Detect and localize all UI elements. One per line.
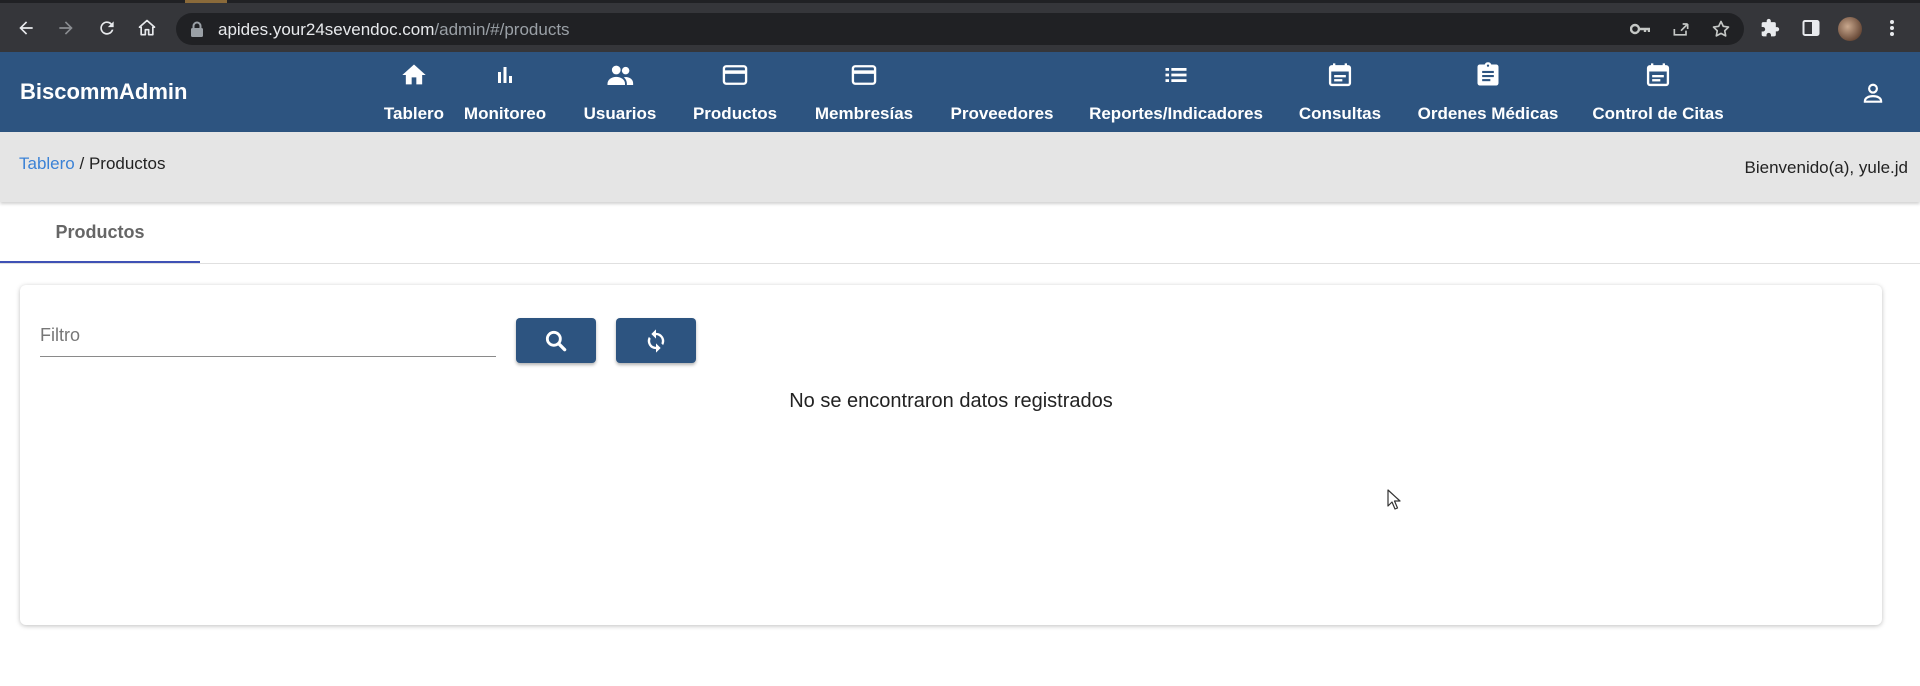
nav-item-reportes[interactable]: Reportes/Indicadores xyxy=(1088,52,1264,132)
nav-item-ordenes-medicas[interactable]: Ordenes Médicas xyxy=(1418,52,1558,132)
mouse-cursor-icon xyxy=(1387,489,1401,510)
nav-label: Proveedores xyxy=(950,104,1054,123)
nav-item-membresias[interactable]: Membresías xyxy=(812,52,916,132)
share-icon[interactable] xyxy=(1670,19,1692,39)
breadcrumb-current: Productos xyxy=(88,154,166,173)
nav-item-usuarios[interactable]: Usuarios xyxy=(582,52,658,132)
clipboard-icon xyxy=(1473,60,1503,90)
nav-label: Ordenes Médicas xyxy=(1417,104,1559,123)
profile-avatar[interactable] xyxy=(1838,17,1862,41)
nav-label: Usuarios xyxy=(583,104,657,123)
card-icon xyxy=(720,60,750,90)
more-menu-icon[interactable] xyxy=(1880,16,1904,40)
lock-icon xyxy=(191,21,203,37)
nav-label: Consultas xyxy=(1298,104,1382,123)
nav-label: Monitoreo xyxy=(463,104,547,123)
browser-toolbar: apides.your24sevendoc.com/admin/#/produc… xyxy=(0,0,1920,52)
calendar-icon xyxy=(1643,60,1673,90)
nav-label: Control de Citas xyxy=(1592,104,1724,123)
refresh-button[interactable] xyxy=(616,318,696,363)
nav-item-monitoreo[interactable]: Monitoreo xyxy=(460,52,550,132)
tab-productos[interactable]: Productos xyxy=(0,204,200,263)
account-icon[interactable] xyxy=(1858,78,1888,108)
breadcrumb-bar: Tablero / Productos Bienvenido(a), yule.… xyxy=(0,132,1920,202)
forward-icon[interactable] xyxy=(54,16,78,40)
nav-item-tablero[interactable]: Tablero xyxy=(382,52,446,132)
nav-item-consultas[interactable]: Consultas xyxy=(1298,52,1382,132)
nav-item-proveedores[interactable]: Proveedores xyxy=(950,52,1054,132)
people-icon xyxy=(605,60,635,90)
tab-bar: Productos xyxy=(0,204,1920,264)
welcome-text: Bienvenido(a), yule.jd xyxy=(1744,158,1908,177)
search-icon xyxy=(545,330,567,351)
nav-item-productos[interactable]: Productos xyxy=(690,52,780,132)
refresh-icon xyxy=(647,328,665,353)
home-browser-icon[interactable] xyxy=(135,16,159,40)
brand-title[interactable]: BiscommAdmin xyxy=(20,79,187,105)
nav-item-control-de-citas[interactable]: Control de Citas xyxy=(1592,52,1724,132)
card-icon xyxy=(849,60,879,90)
search-button[interactable] xyxy=(516,318,596,363)
breadcrumb-link-tablero[interactable]: Tablero xyxy=(19,154,75,173)
filter-field[interactable] xyxy=(40,315,496,357)
list-icon xyxy=(1161,60,1191,90)
home-icon xyxy=(399,60,429,90)
content-card: No se encontraron datos registrados xyxy=(20,285,1882,625)
side-panel-icon[interactable] xyxy=(1799,16,1823,40)
back-icon[interactable] xyxy=(14,16,38,40)
app-header: BiscommAdmin Tablero Monitoreo Usuarios … xyxy=(0,52,1920,132)
empty-state-message: No se encontraron datos registrados xyxy=(789,390,1113,412)
breadcrumb: Tablero / Productos xyxy=(19,154,165,174)
reload-icon[interactable] xyxy=(95,16,119,40)
browser-tab-indicator xyxy=(185,0,227,3)
extensions-icon[interactable] xyxy=(1758,16,1782,40)
nav-label: Membresías xyxy=(814,104,914,123)
filter-input[interactable] xyxy=(40,315,496,356)
nav-label: Tablero xyxy=(383,104,445,123)
breadcrumb-separator: / xyxy=(74,154,89,173)
key-icon[interactable] xyxy=(1629,19,1651,39)
address-url: apides.your24sevendoc.com/admin/#/produc… xyxy=(218,20,570,39)
bookmark-star-icon[interactable] xyxy=(1710,19,1732,39)
nav-label: Productos xyxy=(692,104,778,123)
calendar-icon xyxy=(1325,60,1355,90)
bar-chart-icon xyxy=(490,60,520,90)
address-bar[interactable]: apides.your24sevendoc.com/admin/#/produc… xyxy=(176,13,1744,45)
nav-label: Reportes/Indicadores xyxy=(1089,104,1263,123)
